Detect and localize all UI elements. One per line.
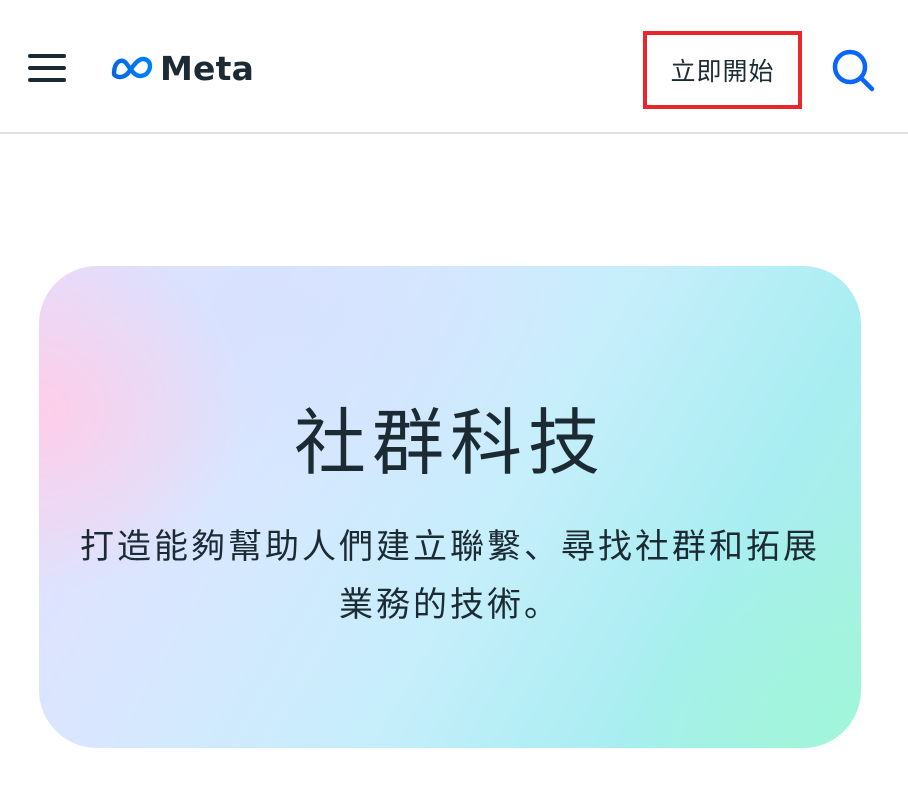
menu-line: [28, 54, 66, 58]
page: Meta 立即開始 社群科技 打造能夠幫助人們建立聯繫、尋找社群和拓展業務的技術…: [0, 0, 908, 786]
get-started-button[interactable]: 立即開始: [643, 31, 802, 109]
logo-text: Meta: [160, 48, 255, 88]
meta-infinity-logo-icon: [111, 56, 153, 80]
meta-logo-link[interactable]: Meta: [110, 44, 254, 92]
menu-line: [28, 78, 66, 82]
menu-line: [28, 66, 66, 70]
hero-description: 打造能夠幫助人們建立聯繫、尋找社群和拓展業務的技術。: [80, 527, 820, 625]
site-header: Meta 立即開始: [0, 0, 908, 134]
search-icon[interactable]: [830, 47, 876, 93]
search-icon-graphic: [832, 49, 875, 92]
hero-card: 社群科技 打造能夠幫助人們建立聯繫、尋找社群和拓展業務的技術。: [39, 266, 861, 748]
hero-title: 社群科技: [293, 401, 606, 485]
hamburger-menu-icon[interactable]: [28, 52, 66, 84]
